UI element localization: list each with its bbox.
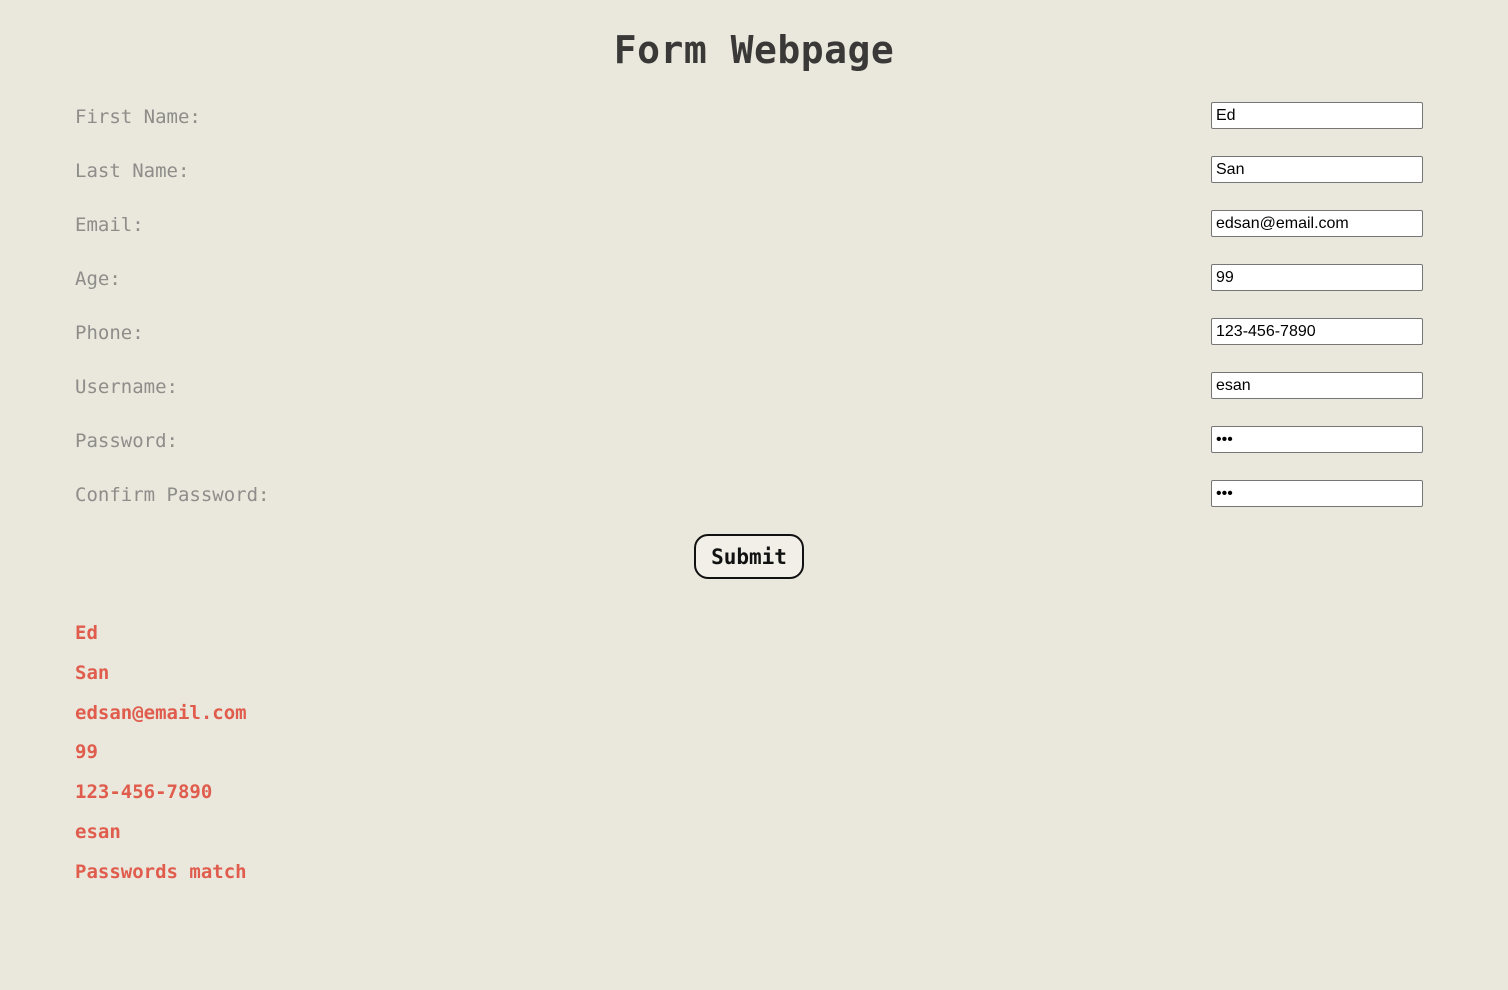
submit-button[interactable]: Submit <box>694 534 804 579</box>
output-email: edsan@email.com <box>75 701 247 724</box>
output-list: Ed San edsan@email.com 99 123-456-7890 e… <box>75 619 247 898</box>
age-input[interactable] <box>1211 264 1423 291</box>
confirm-password-row: Confirm Password: <box>75 480 1423 508</box>
username-input[interactable] <box>1211 372 1423 399</box>
password-input[interactable] <box>1211 426 1423 453</box>
last-name-input[interactable] <box>1211 156 1423 183</box>
age-row: Age: <box>75 264 1423 292</box>
username-label: Username: <box>75 376 178 398</box>
phone-label: Phone: <box>75 322 144 344</box>
confirm-password-label: Confirm Password: <box>75 484 270 506</box>
password-row: Password: <box>75 426 1423 454</box>
age-label: Age: <box>75 268 121 290</box>
password-label: Password: <box>75 430 178 452</box>
phone-row: Phone: <box>75 318 1423 346</box>
output-last-name: San <box>75 661 110 684</box>
page-title: Form Webpage <box>613 28 895 72</box>
output-username: esan <box>75 820 121 843</box>
last-name-label: Last Name: <box>75 160 190 182</box>
output-phone: 123-456-7890 <box>75 781 213 804</box>
email-row: Email: <box>75 210 1423 238</box>
output-first-name: Ed <box>75 622 98 644</box>
first-name-input[interactable] <box>1211 102 1423 129</box>
username-row: Username: <box>75 372 1423 400</box>
confirm-password-input[interactable] <box>1211 480 1423 507</box>
last-name-row: Last Name: <box>75 156 1423 184</box>
output-age: 99 <box>75 741 98 764</box>
email-label: Email: <box>75 214 144 236</box>
first-name-label: First Name: <box>75 106 201 128</box>
first-name-row: First Name: <box>75 102 1423 130</box>
phone-input[interactable] <box>1211 318 1423 345</box>
output-password-status: Passwords match <box>75 860 247 883</box>
email-input[interactable] <box>1211 210 1423 237</box>
